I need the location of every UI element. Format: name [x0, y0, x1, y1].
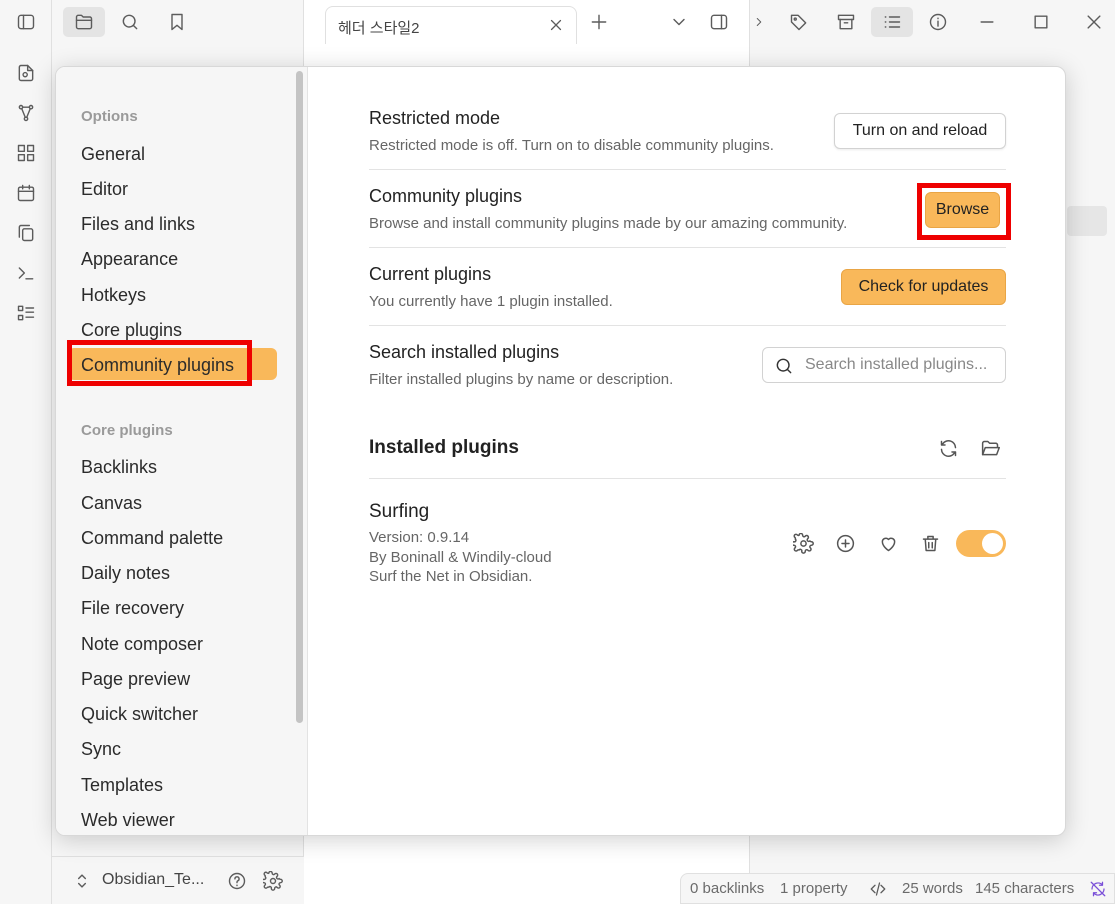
status-bar: 0 backlinks 1 property 25 words 145 char… — [680, 873, 1115, 904]
tab-title: 헤더 스타일2 — [338, 20, 420, 37]
community-plugins-panel: Restricted mode Restricted mode is off. … — [308, 67, 1065, 835]
close-tab-icon[interactable] — [546, 15, 566, 35]
command-palette-icon[interactable] — [15, 262, 37, 284]
plugin-description: Surf the Net in Obsidian. — [369, 568, 533, 585]
turn-on-and-reload-button[interactable]: Turn on and reload — [834, 113, 1006, 149]
property-count[interactable]: 1 property — [780, 880, 848, 897]
sidebar-item-general[interactable]: General — [81, 144, 145, 165]
folder-icon[interactable] — [73, 11, 95, 33]
vault-switcher[interactable]: Obsidian_Te... — [52, 856, 304, 904]
character-count: 145 characters — [975, 880, 1075, 897]
sidebar-item-templates[interactable]: Templates — [81, 775, 163, 796]
maximize-icon[interactable] — [1030, 11, 1052, 33]
sidebar-item-command-palette[interactable]: Command palette — [81, 528, 223, 549]
core-plugins-heading: Core plugins — [81, 422, 173, 439]
plugin-name: Surfing — [369, 501, 430, 522]
sidebar-item-quick-switcher[interactable]: Quick switcher — [81, 704, 198, 725]
settings-sidebar: Options General Editor Files and links A… — [56, 67, 308, 835]
sidebar-item-daily-notes[interactable]: Daily notes — [81, 563, 170, 584]
canvas-icon[interactable] — [15, 142, 37, 164]
setting-title: Community plugins — [369, 186, 523, 206]
list-icon[interactable] — [881, 11, 903, 33]
sidebar-item-appearance[interactable]: Appearance — [81, 249, 178, 270]
code-icon[interactable] — [867, 879, 889, 899]
sidebar-item-files-and-links[interactable]: Files and links — [81, 214, 195, 235]
settings-modal: Options General Editor Files and links A… — [55, 66, 1066, 836]
sidebar-item-canvas[interactable]: Canvas — [81, 493, 142, 514]
gear-icon[interactable] — [791, 531, 815, 555]
minimize-icon[interactable] — [976, 11, 998, 33]
setting-description: You currently have 1 plugin installed. — [369, 293, 613, 310]
sidebar-item-hotkeys[interactable]: Hotkeys — [81, 285, 146, 306]
heart-icon[interactable] — [876, 531, 900, 555]
title-bar: 헤더 스타일2 — [0, 0, 1115, 44]
sidebar-item-backlinks[interactable]: Backlinks — [81, 457, 157, 478]
plugin-version: Version: 0.9.14 — [369, 529, 470, 546]
plugin-enable-toggle[interactable] — [956, 530, 1006, 557]
search-icon — [773, 355, 795, 377]
info-icon[interactable] — [927, 11, 949, 33]
sidebar-item-page-preview[interactable]: Page preview — [81, 669, 190, 690]
help-icon[interactable] — [225, 869, 249, 893]
outline-list-icon[interactable] — [15, 302, 37, 324]
search-icon[interactable] — [119, 11, 141, 33]
sidebar-toggle-icon[interactable] — [14, 11, 38, 33]
setting-description: Filter installed plugins by name or desc… — [369, 371, 674, 388]
setting-description: Browse and install community plugins mad… — [369, 215, 848, 232]
setting-title: Current plugins — [369, 264, 492, 284]
word-count: 25 words — [902, 880, 963, 897]
refresh-icon[interactable] — [936, 436, 960, 460]
sidebar-scrollbar[interactable] — [296, 71, 303, 723]
setting-title: Search installed plugins — [369, 342, 560, 362]
chevron-updown-icon — [72, 870, 92, 892]
sidebar-item-editor[interactable]: Editor — [81, 179, 128, 200]
graph-view-icon[interactable] — [15, 102, 37, 124]
left-ribbon — [0, 0, 52, 904]
setting-description: Restricted mode is off. Turn on to disab… — [369, 137, 774, 154]
settings-gear-icon[interactable] — [261, 869, 285, 893]
plus-circle-icon[interactable] — [833, 531, 857, 555]
sidebar-item-sync[interactable]: Sync — [81, 739, 121, 760]
sidebar-item-file-recovery[interactable]: File recovery — [81, 598, 184, 619]
sidebar-item-core-plugins[interactable]: Core plugins — [81, 320, 182, 341]
installed-plugins-heading: Installed plugins — [369, 437, 519, 458]
chevron-down-icon[interactable] — [668, 11, 690, 33]
search-installed-plugins-field[interactable] — [762, 347, 1006, 383]
close-icon[interactable] — [1083, 11, 1105, 33]
search-installed-plugins-input[interactable] — [805, 355, 1000, 375]
check-for-updates-button[interactable]: Check for updates — [841, 269, 1006, 305]
toggle-knob — [982, 533, 1003, 554]
divider — [369, 478, 1006, 479]
trash-icon[interactable] — [918, 531, 942, 555]
vault-name: Obsidian_Te... — [102, 871, 205, 888]
setting-current-plugins: Current plugins You currently have 1 plu… — [369, 248, 1006, 326]
sidebar-item-web-viewer[interactable]: Web viewer — [81, 810, 175, 831]
archive-icon[interactable] — [835, 11, 857, 33]
plugin-author: By Boninall & Windily-cloud — [369, 549, 552, 566]
plus-icon[interactable] — [588, 11, 610, 33]
chevron-right-icon[interactable] — [752, 11, 766, 33]
setting-community-plugins: Community plugins Browse and install com… — [369, 170, 1011, 248]
tag-icon[interactable] — [788, 11, 810, 33]
calendar-icon[interactable] — [15, 182, 37, 204]
sync-status-icon[interactable] — [1087, 879, 1109, 899]
red-highlight-box — [917, 183, 1011, 240]
open-quick-switcher-icon[interactable] — [15, 62, 37, 84]
red-highlight-box — [67, 340, 252, 386]
options-heading: Options — [81, 108, 138, 125]
backlinks-count[interactable]: 0 backlinks — [690, 880, 764, 897]
right-sidebar-toggle-icon[interactable] — [707, 11, 731, 33]
sidebar-item-note-composer[interactable]: Note composer — [81, 634, 203, 655]
tab-note[interactable]: 헤더 스타일2 — [325, 6, 577, 44]
setting-restricted-mode: Restricted mode Restricted mode is off. … — [369, 92, 1006, 170]
folder-open-icon[interactable] — [978, 436, 1002, 460]
setting-search-installed: Search installed plugins Filter installe… — [369, 326, 1006, 404]
templates-icon[interactable] — [15, 222, 37, 244]
setting-title: Restricted mode — [369, 108, 501, 128]
bookmark-icon[interactable] — [166, 11, 188, 33]
